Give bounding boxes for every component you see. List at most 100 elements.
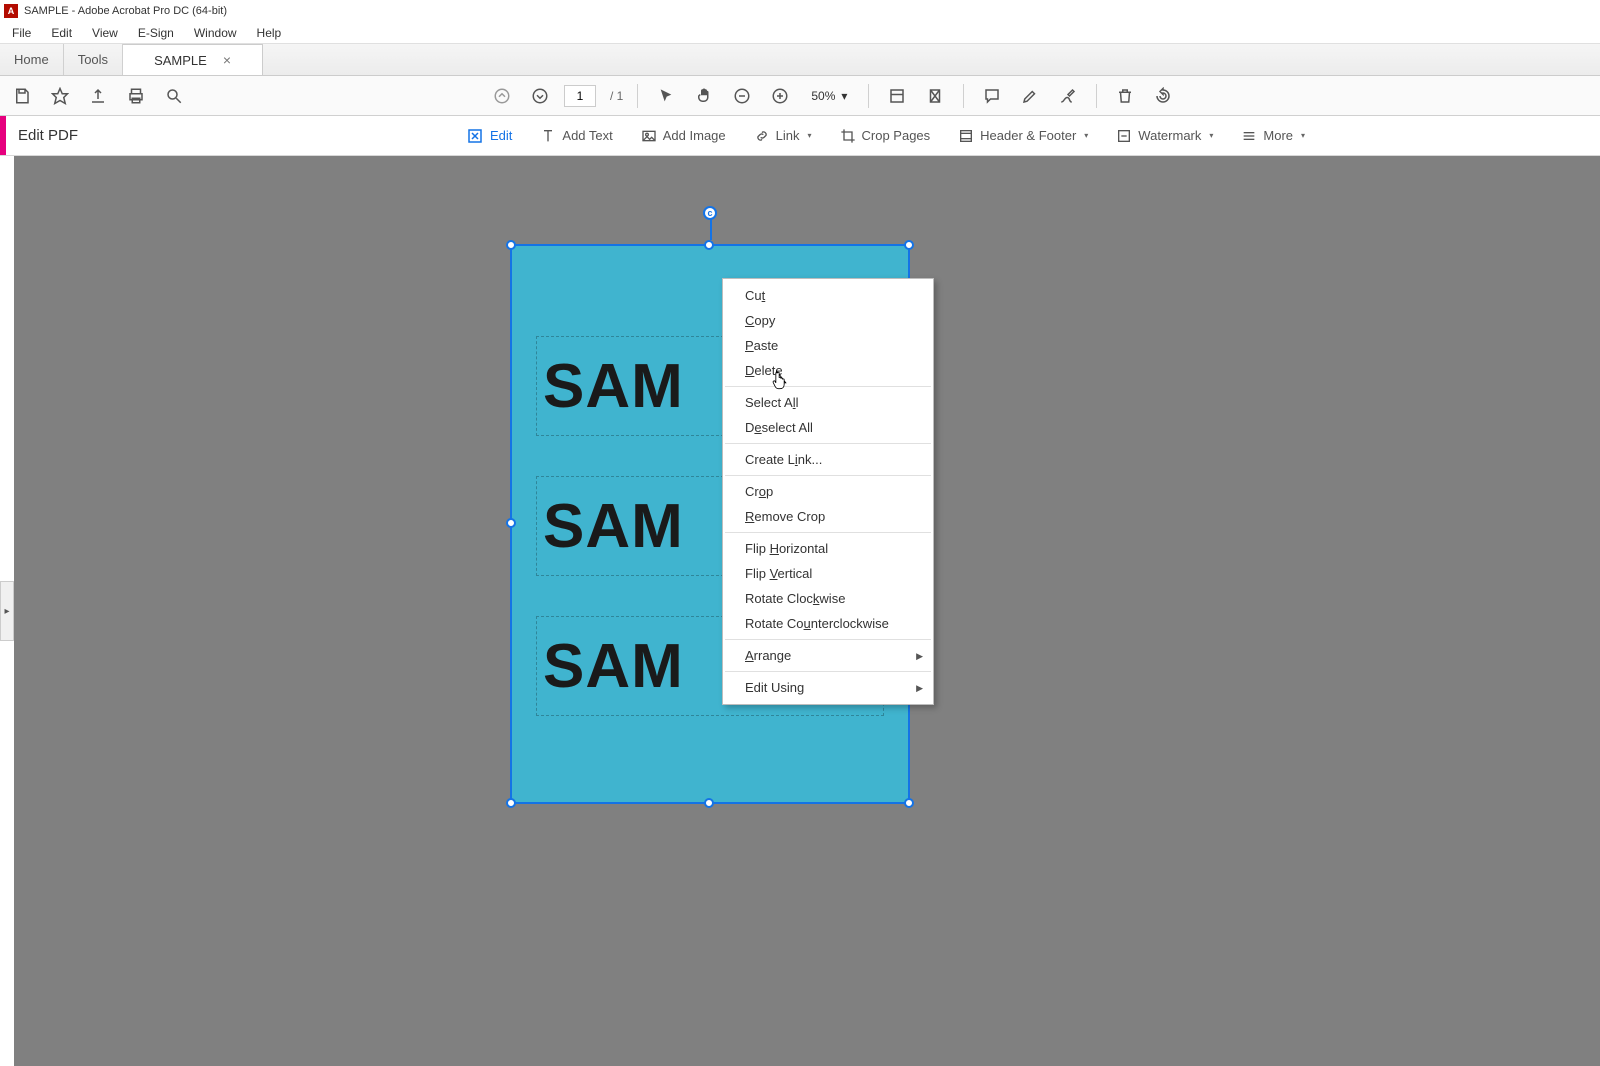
toolbar-divider-4 <box>1096 84 1097 108</box>
add-text-tool[interactable]: Add Text <box>534 124 618 148</box>
rotate-icon[interactable] <box>1149 82 1177 110</box>
text-content-3: SAM <box>543 631 684 702</box>
menu-view[interactable]: View <box>82 24 128 42</box>
ctx-rotate-ccw[interactable]: Rotate Counterclockwise <box>723 611 933 636</box>
ctx-select-all[interactable]: Select All <box>723 390 933 415</box>
ctx-remove-crop[interactable]: Remove Crop <box>723 504 933 529</box>
document-canvas[interactable]: ▸ SAM SAM SAM Cut Copy Paste Delete Sele… <box>14 156 1600 1066</box>
pointer-icon[interactable] <box>652 82 680 110</box>
toolbar-divider-2 <box>868 84 869 108</box>
delete-icon[interactable] <box>1111 82 1139 110</box>
ctx-sep-1 <box>725 386 931 387</box>
ctx-arrange[interactable]: Arrange▶ <box>723 643 933 668</box>
submenu-arrow-icon: ▶ <box>916 683 923 694</box>
menu-file[interactable]: File <box>2 24 41 42</box>
edit-pdf-label: Edit PDF <box>6 127 90 144</box>
submenu-arrow-icon: ▶ <box>916 651 923 662</box>
fit-page-icon[interactable] <box>921 82 949 110</box>
add-image-label: Add Image <box>663 128 726 143</box>
save-icon[interactable] <box>8 82 36 110</box>
watermark-tool[interactable]: Watermark ▾ <box>1110 124 1219 148</box>
page-down-icon[interactable] <box>526 82 554 110</box>
zoom-out-icon[interactable] <box>728 82 756 110</box>
tab-tools[interactable]: Tools <box>64 44 123 75</box>
ctx-sep-2 <box>725 443 931 444</box>
resize-handle-tr[interactable] <box>904 240 914 250</box>
title-bar: A SAMPLE - Adobe Acrobat Pro DC (64-bit) <box>0 0 1600 22</box>
tab-document-label: SAMPLE <box>154 53 207 68</box>
menu-edit[interactable]: Edit <box>41 24 82 42</box>
ctx-flip-horizontal[interactable]: Flip Horizontal <box>723 536 933 561</box>
chevron-down-icon: ▾ <box>841 89 847 103</box>
chevron-down-icon: ▾ <box>1209 131 1213 140</box>
resize-handle-tm[interactable] <box>704 240 714 250</box>
ctx-copy[interactable]: Copy <box>723 308 933 333</box>
link-label: Link <box>776 128 800 143</box>
hand-icon[interactable] <box>690 82 718 110</box>
edit-label: Edit <box>490 128 512 143</box>
ctx-deselect-all[interactable]: Deselect All <box>723 415 933 440</box>
page-total-label: / 1 <box>610 89 623 103</box>
resize-handle-tl[interactable] <box>506 240 516 250</box>
menu-esign[interactable]: E-Sign <box>128 24 184 42</box>
print-icon[interactable] <box>122 82 150 110</box>
upload-icon[interactable] <box>84 82 112 110</box>
header-footer-label: Header & Footer <box>980 128 1076 143</box>
ctx-rotate-cw[interactable]: Rotate Clockwise <box>723 586 933 611</box>
chevron-down-icon: ▾ <box>1301 131 1305 140</box>
ctx-flip-vertical[interactable]: Flip Vertical <box>723 561 933 586</box>
link-tool[interactable]: Link ▾ <box>748 124 818 148</box>
tab-home[interactable]: Home <box>0 44 64 75</box>
zoom-in-icon[interactable] <box>766 82 794 110</box>
main-toolbar: / 1 50% ▾ <box>0 76 1600 116</box>
toolbar-divider <box>637 84 638 108</box>
ctx-paste[interactable]: Paste <box>723 333 933 358</box>
menu-window[interactable]: Window <box>184 24 247 42</box>
more-label: More <box>1263 128 1293 143</box>
more-tool[interactable]: More ▾ <box>1235 124 1311 148</box>
page-number-input[interactable] <box>564 85 596 107</box>
page-up-icon[interactable] <box>488 82 516 110</box>
resize-handle-ml[interactable] <box>506 518 516 528</box>
ctx-crop[interactable]: Crop <box>723 479 933 504</box>
ctx-edit-using[interactable]: Edit Using▶ <box>723 675 933 700</box>
comment-icon[interactable] <box>978 82 1006 110</box>
text-content-2: SAM <box>543 491 684 562</box>
highlight-icon[interactable] <box>1016 82 1044 110</box>
star-icon[interactable] <box>46 82 74 110</box>
chevron-down-icon: ▾ <box>1084 131 1088 140</box>
ctx-sep-6 <box>725 671 931 672</box>
resize-handle-bl[interactable] <box>506 798 516 808</box>
tab-close-icon[interactable]: × <box>223 52 231 68</box>
zoom-dropdown[interactable]: 50% ▾ <box>804 86 854 106</box>
menu-help[interactable]: Help <box>247 24 292 42</box>
sidebar-expand-button[interactable]: ▸ <box>0 581 14 641</box>
crop-pages-tool[interactable]: Crop Pages <box>834 124 937 148</box>
tab-row: Home Tools SAMPLE × <box>0 44 1600 76</box>
chevron-down-icon: ▾ <box>808 131 812 140</box>
ctx-sep-3 <box>725 475 931 476</box>
resize-handle-bm[interactable] <box>704 798 714 808</box>
tab-tools-label: Tools <box>78 52 108 67</box>
rotation-handle[interactable] <box>703 206 717 220</box>
tab-document[interactable]: SAMPLE × <box>123 44 263 75</box>
fit-width-icon[interactable] <box>883 82 911 110</box>
ctx-delete[interactable]: Delete <box>723 358 933 383</box>
header-footer-tool[interactable]: Header & Footer ▾ <box>952 124 1094 148</box>
watermark-label: Watermark <box>1138 128 1201 143</box>
add-text-label: Add Text <box>562 128 612 143</box>
ctx-cut[interactable]: Cut <box>723 283 933 308</box>
context-menu: Cut Copy Paste Delete Select All Deselec… <box>722 278 934 705</box>
zoom-value: 50% <box>811 89 835 103</box>
add-image-tool[interactable]: Add Image <box>635 124 732 148</box>
ctx-create-link[interactable]: Create Link... <box>723 447 933 472</box>
sign-icon[interactable] <box>1054 82 1082 110</box>
ctx-sep-5 <box>725 639 931 640</box>
search-icon[interactable] <box>160 82 188 110</box>
tab-home-label: Home <box>14 52 49 67</box>
ctx-sep-4 <box>725 532 931 533</box>
text-content-1: SAM <box>543 351 684 422</box>
resize-handle-br[interactable] <box>904 798 914 808</box>
window-title: SAMPLE - Adobe Acrobat Pro DC (64-bit) <box>24 5 227 17</box>
edit-tool[interactable]: Edit <box>460 123 518 149</box>
